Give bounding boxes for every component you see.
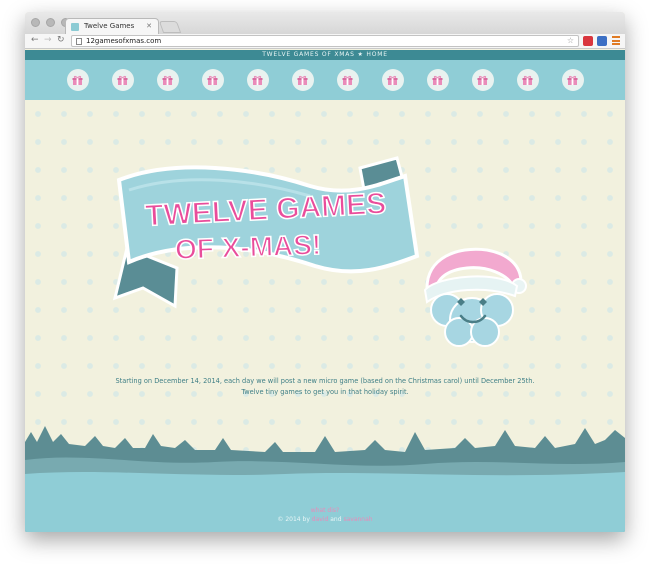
gift-icon	[387, 75, 398, 85]
nav-home-link[interactable]: HOME	[366, 51, 387, 58]
what-dis-link[interactable]: what dis?	[311, 507, 339, 514]
chrome-menu-icon[interactable]	[612, 36, 620, 45]
page-icon	[76, 38, 82, 45]
close-window-button[interactable]	[31, 18, 40, 27]
gift-day-bar	[25, 60, 625, 100]
url-text: 12gamesofxmas.com	[86, 37, 162, 45]
extension-blue-icon[interactable]	[597, 36, 607, 46]
gift-icon	[72, 75, 83, 85]
footer-credits: what dis? © 2014 by david and savannah	[25, 506, 625, 524]
intro-line-1: Starting on December 14, 2014, each day …	[115, 377, 535, 385]
gift-day-9-button[interactable]	[426, 69, 449, 91]
gift-icon	[117, 75, 128, 85]
gift-day-2-button[interactable]	[111, 69, 134, 91]
back-arrow-icon[interactable]: ←	[31, 35, 39, 45]
gift-icon	[162, 75, 173, 85]
tab-title: Twelve Games	[84, 22, 135, 30]
top-navigation: TWELVE GAMES OF XMAS ★ HOME	[25, 50, 625, 60]
gift-icon	[252, 75, 263, 85]
gift-day-12-button[interactable]	[561, 69, 584, 91]
gift-day-6-button[interactable]	[291, 69, 314, 91]
gift-icon	[477, 75, 488, 85]
gift-day-7-button[interactable]	[336, 69, 359, 91]
gift-icon	[207, 75, 218, 85]
gift-day-8-button[interactable]	[381, 69, 404, 91]
browser-toolbar: ← → ↻ 12gamesofxmas.com ☆	[25, 34, 625, 49]
gift-day-11-button[interactable]	[516, 69, 539, 91]
forward-arrow-icon[interactable]: →	[44, 35, 52, 45]
page-content: TWELVE GAMES OF XMAS ★ HOME TWELVE GAMES…	[25, 50, 625, 532]
favicon-icon	[71, 23, 79, 31]
nav-title-link[interactable]: TWELVE GAMES OF XMAS	[262, 51, 355, 58]
gift-icon	[567, 75, 578, 85]
minimize-window-button[interactable]	[46, 18, 55, 27]
intro-line-2: Twelve tiny games to get you in that hol…	[241, 388, 409, 396]
reload-icon[interactable]: ↻	[57, 35, 65, 45]
gift-icon	[297, 75, 308, 85]
browser-tab[interactable]: Twelve Games ✕	[65, 18, 159, 35]
gift-day-1-button[interactable]	[66, 69, 89, 91]
title-banner: TWELVE GAMES OF X-MAS!	[112, 156, 420, 309]
title-bar: Twelve Games ✕	[25, 12, 625, 35]
gift-icon	[522, 75, 533, 85]
address-bar[interactable]: 12gamesofxmas.com ☆	[71, 35, 579, 47]
intro-text: Starting on December 14, 2014, each day …	[25, 376, 625, 398]
bookmark-star-icon[interactable]: ☆	[567, 36, 574, 45]
author-savannah-link[interactable]: savannah	[343, 516, 372, 523]
gift-icon	[432, 75, 443, 85]
gift-day-4-button[interactable]	[201, 69, 224, 91]
gift-day-3-button[interactable]	[156, 69, 179, 91]
gift-icon	[342, 75, 353, 85]
copyright-text: © 2014 by	[277, 516, 310, 523]
nav-star-icon: ★	[357, 51, 364, 58]
gift-day-5-button[interactable]	[246, 69, 269, 91]
author-david-link[interactable]: david	[312, 516, 329, 523]
santa-illustration	[423, 247, 527, 347]
extension-red-icon[interactable]	[583, 36, 593, 46]
new-tab-button[interactable]	[158, 21, 182, 33]
gift-day-10-button[interactable]	[471, 69, 494, 91]
browser-window: Twelve Games ✕ ← → ↻ 12gamesofxmas.com ☆…	[25, 12, 625, 532]
banner-line2: OF X-MAS!	[174, 229, 321, 265]
and-text: and	[330, 516, 342, 523]
tab-close-icon[interactable]: ✕	[146, 22, 152, 30]
